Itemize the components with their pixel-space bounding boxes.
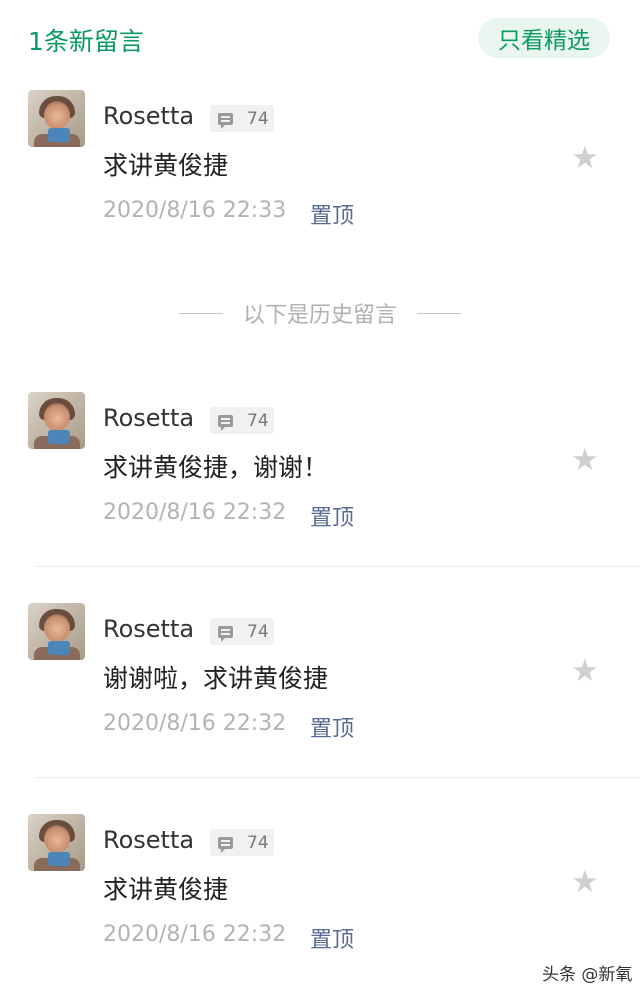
comment-time: 2020/8/16 22:32: [103, 500, 287, 525]
pin-button[interactable]: 置顶: [310, 198, 354, 230]
divider: [35, 566, 640, 567]
comment-text: 求讲黄俊捷: [103, 151, 229, 180]
comment-icon: [218, 414, 233, 431]
avatar[interactable]: [28, 603, 85, 660]
comment-item: Rosetta 74 谢谢啦，求讲黄俊捷 2020/8/16 22:32 置顶 …: [0, 601, 640, 751]
comment-text: 谢谢啦，求讲黄俊捷: [103, 664, 329, 693]
star-icon[interactable]: ★: [571, 143, 599, 174]
comment-item: Rosetta 74 求讲黄俊捷 2020/8/16 22:33 置顶 ★: [0, 88, 640, 238]
username[interactable]: Rosetta: [103, 102, 194, 130]
username[interactable]: Rosetta: [103, 826, 194, 854]
badge-count: 74: [247, 832, 269, 853]
comment-icon: [218, 836, 233, 853]
avatar[interactable]: [28, 90, 85, 147]
avatar[interactable]: [28, 814, 85, 871]
featured-only-button[interactable]: 只看精选: [478, 18, 610, 58]
comment-icon: [218, 112, 233, 129]
comment-count-badge: 74: [210, 829, 274, 856]
pin-button[interactable]: 置顶: [310, 711, 354, 743]
comment-time: 2020/8/16 22:32: [103, 922, 287, 947]
history-label: 以下是历史留言: [242, 303, 397, 328]
history-divider: 以下是历史留言: [0, 296, 640, 330]
comment-icon: [218, 625, 233, 642]
pin-button[interactable]: 置顶: [310, 500, 354, 532]
star-icon[interactable]: ★: [571, 656, 599, 687]
avatar[interactable]: [28, 392, 85, 449]
pin-button[interactable]: 置顶: [310, 922, 354, 954]
star-icon[interactable]: ★: [571, 445, 599, 476]
comments-header: 1条新留言 只看精选: [0, 0, 640, 78]
badge-count: 74: [247, 410, 269, 431]
star-icon[interactable]: ★: [571, 867, 599, 898]
watermark: 头条 @新氧: [542, 965, 633, 985]
comment-time: 2020/8/16 22:32: [103, 711, 287, 736]
comment-count-badge: 74: [210, 105, 274, 132]
divider: [35, 777, 640, 778]
username[interactable]: Rosetta: [103, 615, 194, 643]
comment-item: Rosetta 74 求讲黄俊捷 2020/8/16 22:32 置顶 ★: [0, 812, 640, 962]
badge-count: 74: [247, 108, 269, 129]
new-comment-count[interactable]: 1条新留言: [28, 22, 144, 58]
comment-count-badge: 74: [210, 407, 274, 434]
comment-text: 求讲黄俊捷: [103, 875, 229, 904]
username[interactable]: Rosetta: [103, 404, 194, 432]
comment-text: 求讲黄俊捷，谢谢！: [103, 453, 329, 482]
comment-time: 2020/8/16 22:33: [103, 198, 287, 223]
badge-count: 74: [247, 621, 269, 642]
comment-item: Rosetta 74 求讲黄俊捷，谢谢！ 2020/8/16 22:32 置顶 …: [0, 390, 640, 540]
comment-count-badge: 74: [210, 618, 274, 645]
